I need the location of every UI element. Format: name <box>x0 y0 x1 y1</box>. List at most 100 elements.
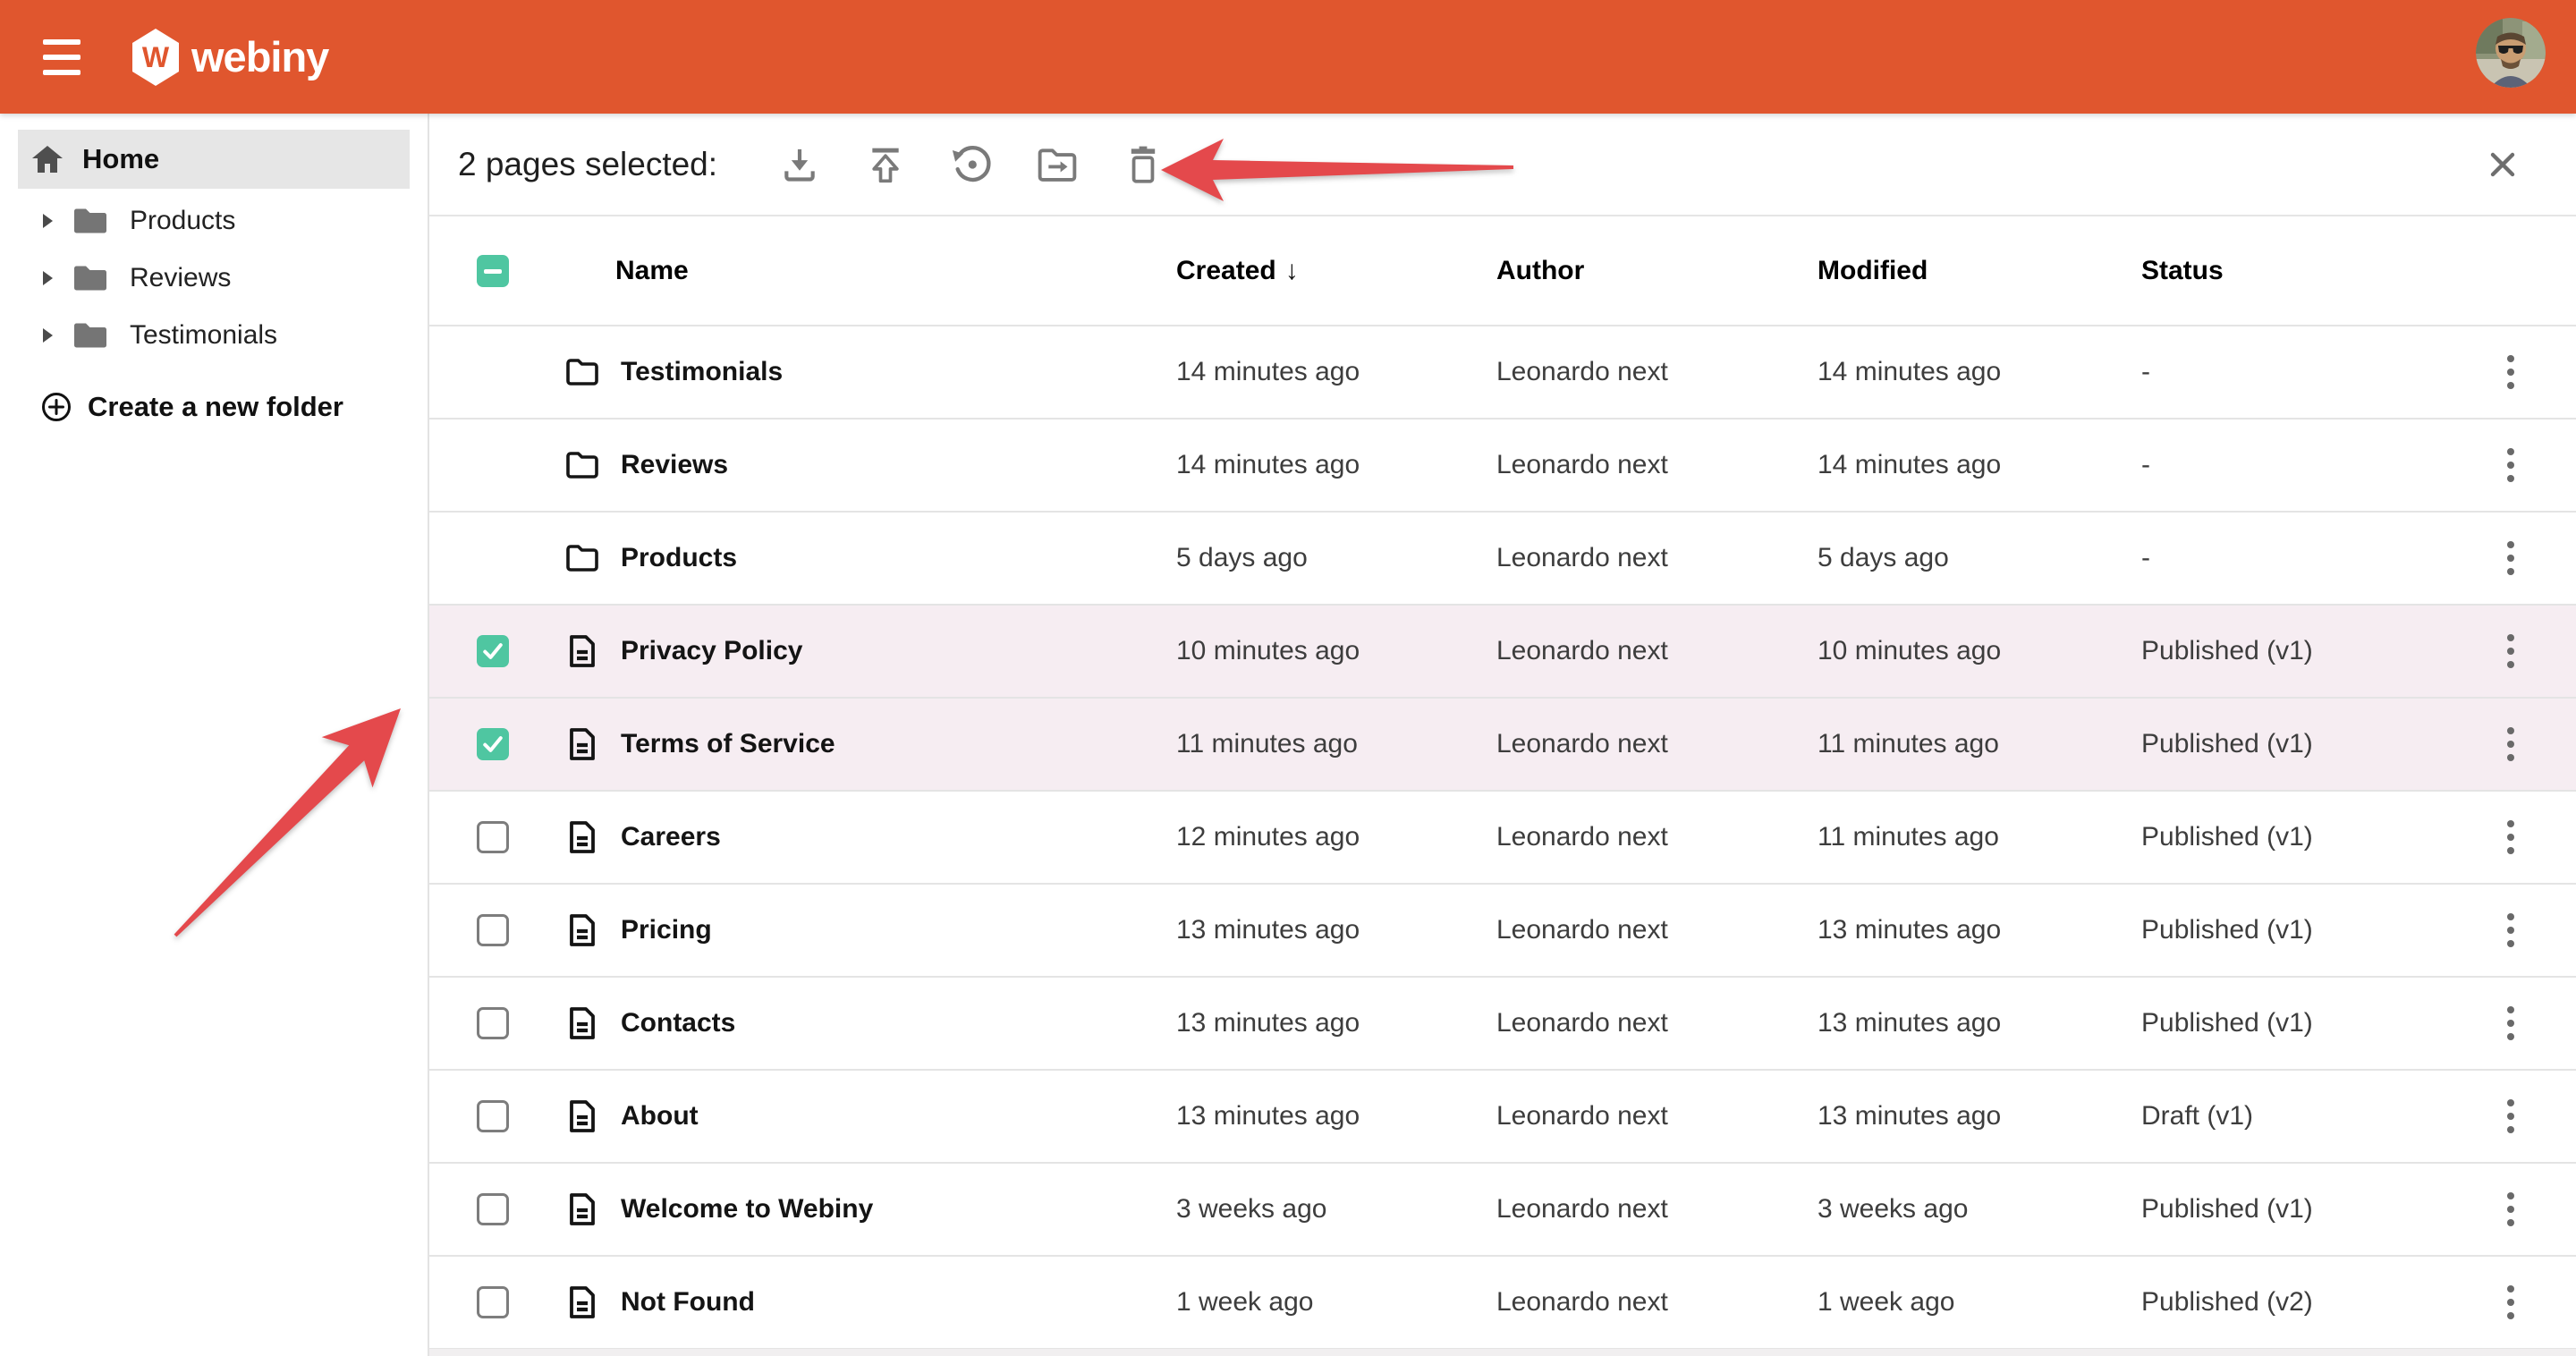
sidebar-home-label: Home <box>82 143 159 175</box>
move-to-folder-button[interactable] <box>1029 136 1086 193</box>
close-selection-button[interactable] <box>2476 138 2529 191</box>
svg-text:W: W <box>142 41 170 73</box>
row-checkbox[interactable] <box>477 1007 509 1039</box>
sidebar-item-testimonials[interactable]: Testimonials <box>0 307 428 364</box>
document-icon <box>564 1006 601 1040</box>
row-name-label: Products <box>621 543 737 573</box>
folder-icon <box>72 320 108 351</box>
webiny-hexagon-icon: W <box>132 29 179 86</box>
user-avatar[interactable] <box>2476 18 2546 88</box>
download-icon <box>780 145 819 184</box>
table-row[interactable]: Testimonials 14 minutes ago Leonardo nex… <box>429 326 2576 420</box>
row-modified: 14 minutes ago <box>1818 450 2141 480</box>
table-row[interactable]: Reviews 14 minutes ago Leonardo next 14 … <box>429 420 2576 513</box>
close-icon <box>2487 148 2519 181</box>
table-row[interactable]: Products 5 days ago Leonardo next 5 days… <box>429 513 2576 606</box>
row-checkbox[interactable] <box>477 1193 509 1225</box>
column-header-modified[interactable]: Modified <box>1818 256 2141 286</box>
row-status: Published (v1) <box>2141 729 2445 759</box>
row-actions-kebab-icon[interactable] <box>2498 1088 2523 1146</box>
row-status: Published (v1) <box>2141 822 2445 852</box>
select-all-checkbox[interactable] <box>477 255 509 287</box>
webiny-page-manager-screen: W webiny <box>0 0 2576 1356</box>
row-checkbox[interactable] <box>477 914 509 946</box>
row-modified: 5 days ago <box>1818 543 2141 573</box>
row-status: - <box>2141 450 2445 480</box>
row-author: Leonardo next <box>1496 729 1818 759</box>
row-status: Draft (v1) <box>2141 1101 2445 1131</box>
publish-button[interactable] <box>857 136 914 193</box>
expand-caret-icon[interactable] <box>43 271 53 285</box>
delete-button[interactable] <box>1114 136 1172 193</box>
document-icon <box>564 727 601 761</box>
column-header-status[interactable]: Status <box>2141 256 2445 286</box>
row-name-label: Testimonials <box>621 357 783 387</box>
row-checkbox[interactable] <box>477 635 509 667</box>
table-row[interactable]: Terms of Service 11 minutes ago Leonardo… <box>429 699 2576 792</box>
table-body: Testimonials 14 minutes ago Leonardo nex… <box>429 326 2576 1350</box>
row-modified: 14 minutes ago <box>1818 357 2141 387</box>
row-created: 14 minutes ago <box>1176 450 1496 480</box>
row-actions-kebab-icon[interactable] <box>2498 995 2523 1053</box>
row-author: Leonardo next <box>1496 450 1818 480</box>
table-row[interactable]: Careers 12 minutes ago Leonardo next 11 … <box>429 792 2576 885</box>
create-new-folder-button[interactable]: Create a new folder <box>41 391 428 423</box>
webiny-logo-text: webiny <box>191 32 328 81</box>
row-actions-kebab-icon[interactable] <box>2498 436 2523 495</box>
document-icon <box>564 1192 601 1226</box>
sidebar-item-reviews[interactable]: Reviews <box>0 250 428 307</box>
row-status: Published (v1) <box>2141 915 2445 945</box>
row-created: 1 week ago <box>1176 1287 1496 1318</box>
document-icon <box>564 1099 601 1133</box>
plus-circle-icon <box>41 392 72 422</box>
row-author: Leonardo next <box>1496 1101 1818 1131</box>
folder-icon <box>564 357 601 387</box>
row-checkbox[interactable] <box>477 1100 509 1132</box>
expand-caret-icon[interactable] <box>43 328 53 343</box>
table-row[interactable]: About 13 minutes ago Leonardo next 13 mi… <box>429 1071 2576 1164</box>
row-checkbox[interactable] <box>477 1286 509 1318</box>
hamburger-menu-icon[interactable] <box>43 39 80 75</box>
row-actions-kebab-icon[interactable] <box>2498 809 2523 867</box>
document-icon <box>564 1285 601 1319</box>
row-name-label: Reviews <box>621 450 728 480</box>
download-button[interactable] <box>771 136 828 193</box>
column-header-name[interactable]: Name <box>564 256 1176 286</box>
webiny-logo: W webiny <box>132 29 328 86</box>
table-row[interactable]: Contacts 13 minutes ago Leonardo next 13… <box>429 978 2576 1071</box>
delete-icon <box>1124 145 1162 184</box>
row-modified: 13 minutes ago <box>1818 1101 2141 1131</box>
row-actions-kebab-icon[interactable] <box>2498 716 2523 774</box>
row-modified: 1 week ago <box>1818 1287 2141 1318</box>
row-status: Published (v1) <box>2141 636 2445 666</box>
document-icon <box>564 820 601 854</box>
sort-desc-icon: ↓ <box>1285 256 1299 285</box>
publish-icon <box>866 145 905 184</box>
row-actions-kebab-icon[interactable] <box>2498 1181 2523 1239</box>
expand-caret-icon[interactable] <box>43 214 53 228</box>
sidebar-item-home[interactable]: Home <box>18 130 410 189</box>
row-author: Leonardo next <box>1496 543 1818 573</box>
row-actions-kebab-icon[interactable] <box>2498 530 2523 588</box>
row-checkbox[interactable] <box>477 728 509 760</box>
row-modified: 13 minutes ago <box>1818 915 2141 945</box>
row-actions-kebab-icon[interactable] <box>2498 343 2523 402</box>
row-created: 13 minutes ago <box>1176 915 1496 945</box>
row-actions-kebab-icon[interactable] <box>2498 1274 2523 1332</box>
table-row[interactable]: Welcome to Webiny 3 weeks ago Leonardo n… <box>429 1164 2576 1257</box>
table-row[interactable]: Not Found 1 week ago Leonardo next 1 wee… <box>429 1257 2576 1350</box>
column-header-author[interactable]: Author <box>1496 256 1818 286</box>
sidebar-item-products[interactable]: Products <box>0 192 428 250</box>
row-actions-kebab-icon[interactable] <box>2498 623 2523 681</box>
row-checkbox[interactable] <box>477 821 509 853</box>
column-header-created[interactable]: Created↓ <box>1176 256 1496 286</box>
row-actions-kebab-icon[interactable] <box>2498 902 2523 960</box>
restore-version-button[interactable] <box>943 136 1000 193</box>
restore-version-icon <box>951 144 992 185</box>
row-name-label: Terms of Service <box>621 729 835 759</box>
row-created: 13 minutes ago <box>1176 1008 1496 1038</box>
table-row[interactable]: Pricing 13 minutes ago Leonardo next 13 … <box>429 885 2576 978</box>
toolbar-actions <box>742 136 1172 193</box>
table-row[interactable]: Privacy Policy 10 minutes ago Leonardo n… <box>429 606 2576 699</box>
move-to-folder-icon <box>1037 144 1078 185</box>
